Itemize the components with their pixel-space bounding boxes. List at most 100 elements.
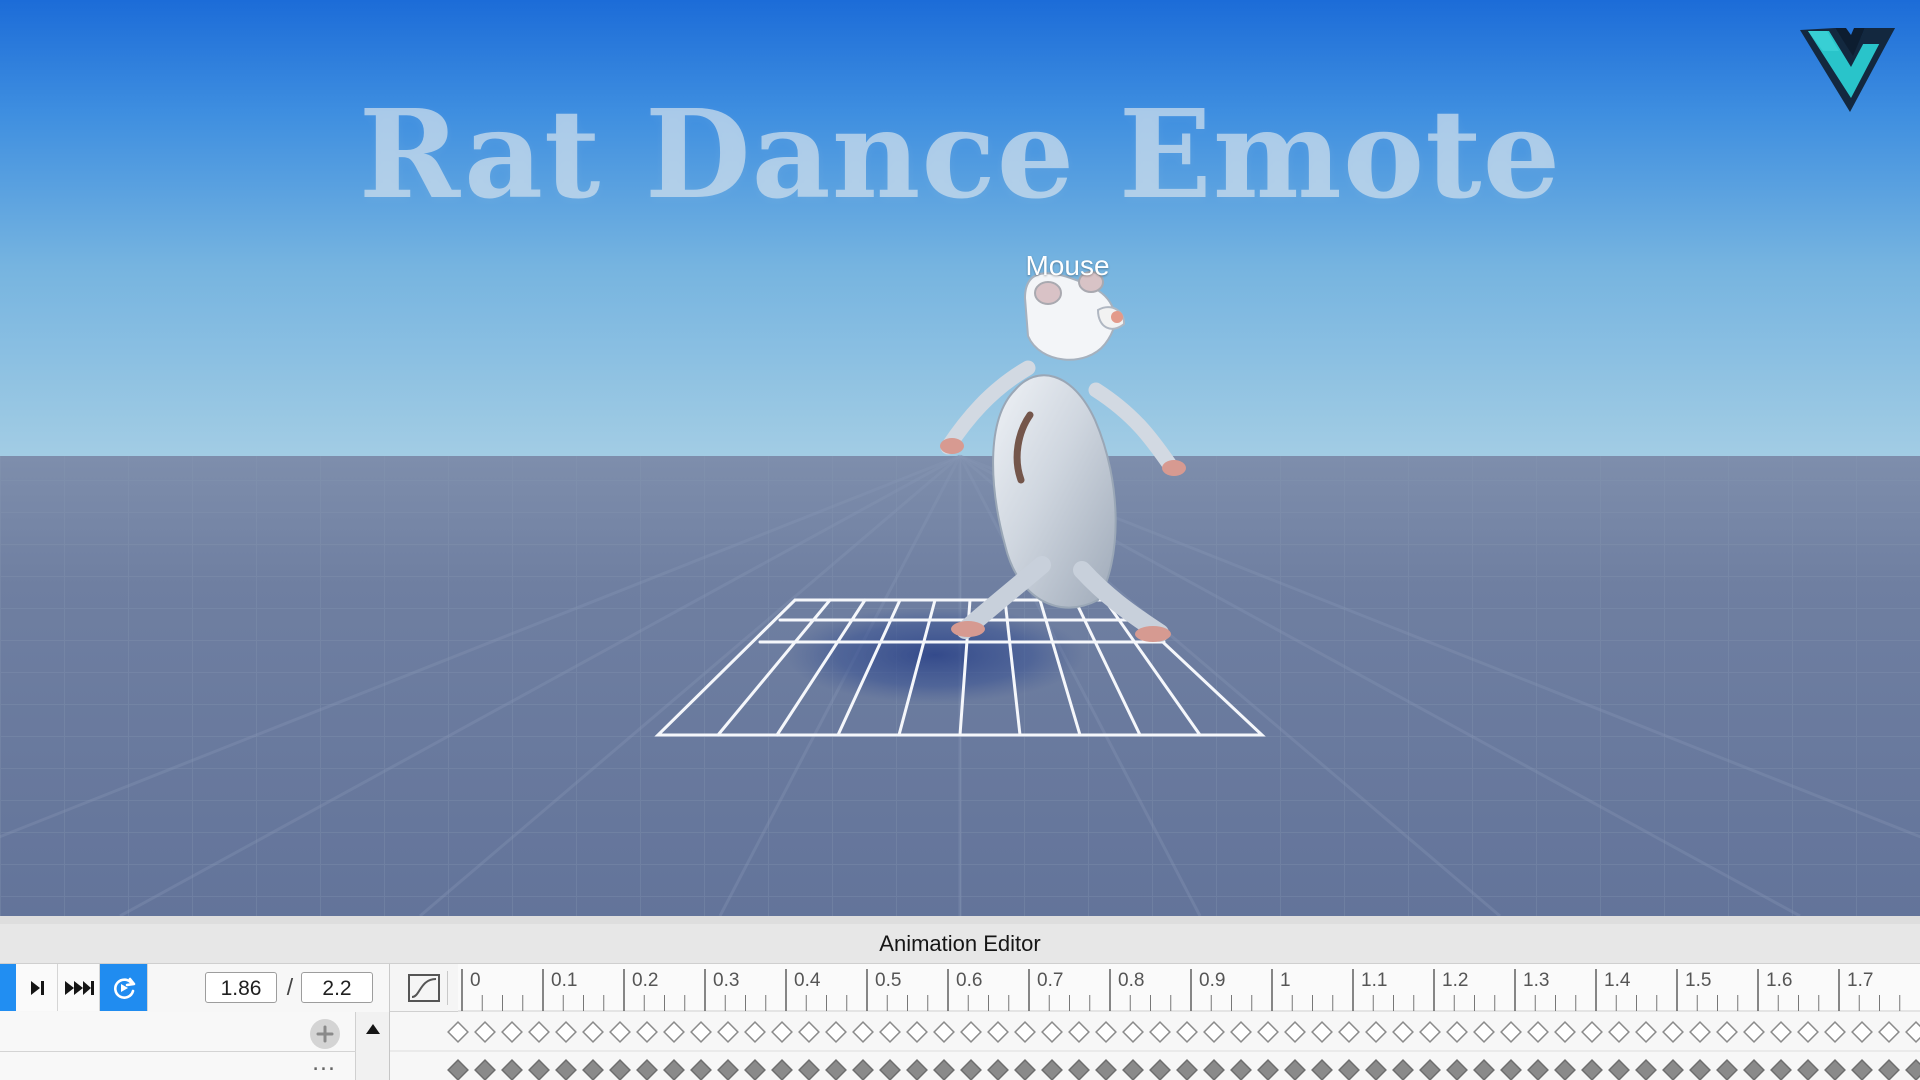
timeline-ruler[interactable]: 0 0.1 0.2 0.3 0.4 0.5 0.6 0.7 0.8 0.9 1 1.1 1.2 1.3 1.… — [458, 964, 1920, 1012]
track-scrollbar[interactable] — [356, 1012, 390, 1080]
keyframe-diamond-track[interactable] — [1581, 1059, 1603, 1080]
keyframe-diamond-summary[interactable] — [474, 1021, 496, 1043]
keyframe-diamond-summary[interactable] — [987, 1021, 1009, 1043]
keyframe-diamond-track[interactable] — [1122, 1059, 1144, 1080]
keyframe-diamond-summary[interactable] — [1689, 1021, 1711, 1043]
keyframe-diamond-summary[interactable] — [1338, 1021, 1360, 1043]
keyframe-diamond-summary[interactable] — [663, 1021, 685, 1043]
keyframe-diamond-track[interactable] — [501, 1059, 523, 1080]
keyframe-diamond-summary[interactable] — [1581, 1021, 1603, 1043]
keyframe-diamond-summary[interactable] — [1608, 1021, 1630, 1043]
keyframe-diamond-track[interactable] — [771, 1059, 793, 1080]
keyframe-diamond-summary[interactable] — [1257, 1021, 1279, 1043]
keyframe-diamond-summary[interactable] — [1824, 1021, 1846, 1043]
keyframe-diamond-track[interactable] — [663, 1059, 685, 1080]
keyframe-diamond-track[interactable] — [1635, 1059, 1657, 1080]
keyframe-diamond-track[interactable] — [1068, 1059, 1090, 1080]
step-forward-button[interactable] — [16, 964, 58, 1011]
total-time-input[interactable]: 2.2 — [301, 972, 373, 1003]
keyframe-diamond-summary[interactable] — [1095, 1021, 1117, 1043]
keyframe-diamond-summary[interactable] — [717, 1021, 739, 1043]
keyframe-diamond-summary[interactable] — [447, 1021, 469, 1043]
current-time-input[interactable]: 1.86 — [205, 972, 277, 1003]
keyframe-diamond-summary[interactable] — [1527, 1021, 1549, 1043]
keyframe-diamond-track[interactable] — [1419, 1059, 1441, 1080]
keyframe-tracks[interactable] — [390, 1012, 1920, 1080]
keyframe-diamond-summary[interactable] — [1716, 1021, 1738, 1043]
keyframe-diamond-summary[interactable] — [879, 1021, 901, 1043]
keyframe-diamond-summary[interactable] — [1500, 1021, 1522, 1043]
keyframe-diamond-summary[interactable] — [1149, 1021, 1171, 1043]
keyframe-diamond-summary[interactable] — [636, 1021, 658, 1043]
keyframe-diamond-track[interactable] — [1716, 1059, 1738, 1080]
keyframe-diamond-track[interactable] — [933, 1059, 955, 1080]
keyframe-diamond-summary[interactable] — [1905, 1021, 1920, 1043]
keyframe-diamond-summary[interactable] — [582, 1021, 604, 1043]
keyframe-diamond-track[interactable] — [1257, 1059, 1279, 1080]
keyframe-diamond-track[interactable] — [1473, 1059, 1495, 1080]
keyframe-diamond-summary[interactable] — [1446, 1021, 1468, 1043]
keyframe-diamond-summary[interactable] — [609, 1021, 631, 1043]
keyframe-diamond-track[interactable] — [474, 1059, 496, 1080]
skip-to-end-button[interactable] — [58, 964, 100, 1011]
keyframe-diamond-track[interactable] — [1878, 1059, 1900, 1080]
keyframe-diamond-track[interactable] — [825, 1059, 847, 1080]
keyframe-diamond-summary[interactable] — [825, 1021, 847, 1043]
keyframe-diamond-track[interactable] — [1905, 1059, 1920, 1080]
keyframe-diamond-track[interactable] — [960, 1059, 982, 1080]
keyframe-diamond-track[interactable] — [555, 1059, 577, 1080]
keyframe-diamond-track[interactable] — [1176, 1059, 1198, 1080]
keyframe-diamond-summary[interactable] — [1068, 1021, 1090, 1043]
keyframe-diamond-summary[interactable] — [933, 1021, 955, 1043]
keyframe-diamond-track[interactable] — [447, 1059, 469, 1080]
keyframe-diamond-summary[interactable] — [501, 1021, 523, 1043]
animation-editor-panel[interactable]: Animation Editor 1.86 / 2.2 0 0.1 0.2 0.… — [0, 916, 1920, 1080]
keyframe-diamond-track[interactable] — [690, 1059, 712, 1080]
keyframe-diamond-summary[interactable] — [1419, 1021, 1441, 1043]
curve-editor-button[interactable] — [400, 971, 448, 1005]
keyframe-diamond-track[interactable] — [1365, 1059, 1387, 1080]
keyframe-diamond-track[interactable] — [1527, 1059, 1549, 1080]
keyframe-diamond-track[interactable] — [1149, 1059, 1171, 1080]
keyframe-diamond-track[interactable] — [1041, 1059, 1063, 1080]
keyframe-diamond-summary[interactable] — [690, 1021, 712, 1043]
keyframe-diamond-summary[interactable] — [1851, 1021, 1873, 1043]
keyframe-diamond-track[interactable] — [1770, 1059, 1792, 1080]
keyframe-diamond-summary[interactable] — [1797, 1021, 1819, 1043]
3d-viewport[interactable]: Rat Dance Emote Mouse — [0, 0, 1920, 916]
keyframe-diamond-track[interactable] — [1824, 1059, 1846, 1080]
keyframe-diamond-summary[interactable] — [771, 1021, 793, 1043]
keyframe-diamond-summary[interactable] — [1203, 1021, 1225, 1043]
keyframe-diamond-track[interactable] — [1338, 1059, 1360, 1080]
keyframe-diamond-summary[interactable] — [1878, 1021, 1900, 1043]
keyframe-diamond-track[interactable] — [1689, 1059, 1711, 1080]
more-options[interactable]: ... — [304, 1047, 344, 1077]
keyframe-diamond-track[interactable] — [1500, 1059, 1522, 1080]
keyframe-diamond-track[interactable] — [1608, 1059, 1630, 1080]
keyframe-diamond-track[interactable] — [744, 1059, 766, 1080]
keyframe-diamond-summary[interactable] — [1041, 1021, 1063, 1043]
keyframe-diamond-summary[interactable] — [1122, 1021, 1144, 1043]
keyframe-diamond-track[interactable] — [1095, 1059, 1117, 1080]
keyframe-diamond-summary[interactable] — [906, 1021, 928, 1043]
keyframe-diamond-summary[interactable] — [1554, 1021, 1576, 1043]
keyframe-diamond-track[interactable] — [798, 1059, 820, 1080]
track-list-area[interactable]: ... — [0, 1012, 1920, 1080]
keyframe-diamond-summary[interactable] — [1284, 1021, 1306, 1043]
loop-toggle-button[interactable] — [100, 964, 148, 1011]
keyframe-diamond-summary[interactable] — [1770, 1021, 1792, 1043]
keyframe-diamond-track[interactable] — [1392, 1059, 1414, 1080]
keyframe-diamond-track[interactable] — [1662, 1059, 1684, 1080]
keyframe-diamond-track[interactable] — [1797, 1059, 1819, 1080]
keyframe-diamond-track[interactable] — [1446, 1059, 1468, 1080]
keyframe-diamond-summary[interactable] — [852, 1021, 874, 1043]
keyframe-diamond-summary[interactable] — [1311, 1021, 1333, 1043]
keyframe-diamond-track[interactable] — [1851, 1059, 1873, 1080]
keyframe-diamond-summary[interactable] — [798, 1021, 820, 1043]
keyframe-diamond-summary[interactable] — [960, 1021, 982, 1043]
keyframe-diamond-track[interactable] — [1743, 1059, 1765, 1080]
add-track-button[interactable] — [310, 1019, 340, 1049]
keyframe-diamond-track[interactable] — [879, 1059, 901, 1080]
keyframe-diamond-track[interactable] — [636, 1059, 658, 1080]
keyframe-diamond-track[interactable] — [1554, 1059, 1576, 1080]
